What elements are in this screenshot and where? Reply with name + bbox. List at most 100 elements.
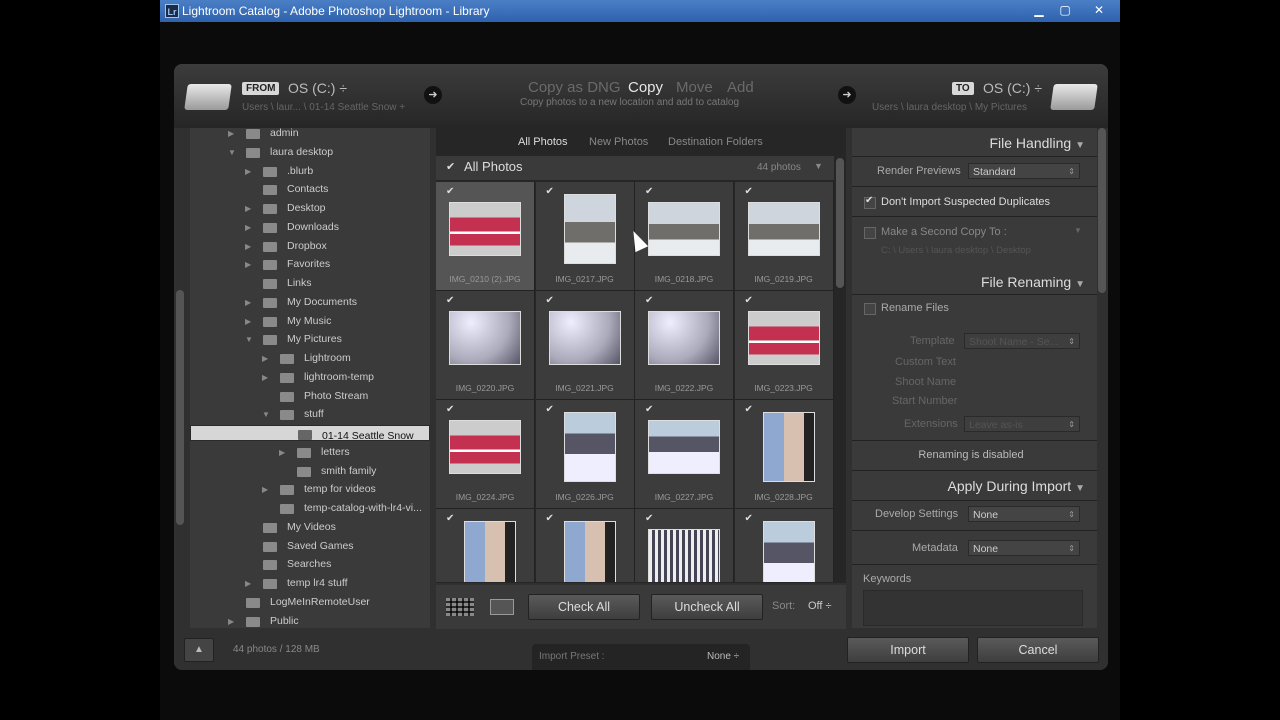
folder-item[interactable]: Searches bbox=[190, 556, 430, 574]
collapsed-triangle-icon[interactable]: ▶ bbox=[228, 617, 234, 626]
second-copy-checkbox[interactable] bbox=[864, 227, 876, 239]
all-photos-checkbox[interactable]: ✔ bbox=[446, 160, 455, 173]
collapsed-triangle-icon[interactable]: ▶ bbox=[245, 167, 251, 176]
folder-item[interactable]: ▶ temp for videos bbox=[190, 481, 430, 499]
photo-cell[interactable]: ✔ IMG_0223.JPG bbox=[734, 291, 834, 400]
photo-thumbnail[interactable] bbox=[762, 521, 815, 582]
photo-checkbox[interactable]: ✔ bbox=[446, 186, 454, 197]
photo-checkbox[interactable]: ✔ bbox=[546, 513, 554, 524]
photo-thumbnail[interactable] bbox=[648, 420, 720, 474]
photo-checkbox[interactable]: ✔ bbox=[745, 295, 753, 306]
photo-cell[interactable]: ✔ IMG_0219.JPG bbox=[734, 182, 834, 291]
tab-destination-folders[interactable]: Destination Folders bbox=[668, 136, 763, 148]
photo-thumbnail[interactable] bbox=[449, 311, 521, 365]
collapsed-triangle-icon[interactable]: ▶ bbox=[245, 298, 251, 307]
source-path[interactable]: Users \ laur... \ 01-14 Seattle Snow + bbox=[242, 102, 405, 113]
photo-checkbox[interactable]: ✔ bbox=[446, 295, 454, 306]
sort-select[interactable]: Off ÷ bbox=[808, 600, 832, 612]
folder-item[interactable]: ▼ stuff bbox=[190, 406, 430, 424]
tab-all-photos[interactable]: All Photos bbox=[518, 136, 568, 148]
file-renaming-header[interactable]: File Renaming ▼ bbox=[981, 274, 1085, 290]
photo-checkbox[interactable]: ✔ bbox=[645, 513, 653, 524]
destination-path[interactable]: Users \ laura desktop \ My Pictures bbox=[872, 102, 1027, 113]
uncheck-all-button[interactable]: Uncheck All bbox=[651, 594, 763, 620]
close-icon[interactable]: ✕ bbox=[1088, 2, 1110, 18]
render-previews-select[interactable]: Standard ⇕ bbox=[968, 163, 1080, 179]
photo-checkbox[interactable]: ✔ bbox=[645, 404, 653, 415]
collapsed-triangle-icon[interactable]: ▶ bbox=[245, 579, 251, 588]
folder-item[interactable]: ▶ Dropbox bbox=[190, 238, 430, 256]
expanded-triangle-icon[interactable]: ▼ bbox=[245, 335, 253, 344]
photo-cell[interactable]: ✔ IMG_0222.JPG bbox=[635, 291, 734, 400]
rename-files-checkbox[interactable] bbox=[864, 303, 876, 315]
photo-checkbox[interactable]: ✔ bbox=[745, 404, 753, 415]
expanded-triangle-icon[interactable]: ▼ bbox=[262, 410, 270, 419]
photo-cell[interactable]: ✔ IMG_0227.JPG bbox=[635, 400, 734, 509]
grid-view-icon[interactable] bbox=[446, 598, 474, 616]
folder-item[interactable]: 01-14 Seattle Snow bbox=[190, 425, 430, 442]
photo-cell[interactable]: ✔ IMG_0226.JPG bbox=[535, 400, 635, 509]
photo-cell[interactable]: ✔ bbox=[635, 509, 734, 582]
source-panel-scrollbar[interactable] bbox=[176, 290, 184, 525]
collapsed-triangle-icon[interactable]: ▶ bbox=[228, 129, 234, 138]
develop-settings-select[interactable]: None ⇕ bbox=[968, 506, 1080, 522]
photo-thumbnail[interactable] bbox=[747, 202, 820, 256]
folder-item[interactable]: ▶ My Music bbox=[190, 313, 430, 331]
photo-checkbox[interactable]: ✔ bbox=[546, 404, 554, 415]
apply-during-import-header[interactable]: Apply During Import ▼ bbox=[947, 478, 1085, 494]
dont-import-duplicates-checkbox[interactable] bbox=[864, 195, 876, 209]
folder-item[interactable]: ▶ Favorites bbox=[190, 256, 430, 274]
photo-cell[interactable]: ✔ bbox=[535, 509, 635, 582]
folder-item[interactable]: Contacts bbox=[190, 181, 430, 199]
collapse-triangle-icon[interactable]: ▼ bbox=[814, 161, 823, 171]
photo-cell[interactable]: ✔ IMG_0217.JPG bbox=[535, 182, 635, 291]
photo-cell[interactable]: ✔ bbox=[734, 509, 834, 582]
folder-item[interactable]: Links bbox=[190, 275, 430, 293]
import-preset-select[interactable]: None ÷ bbox=[707, 651, 739, 662]
settings-scrollbar[interactable] bbox=[1098, 128, 1106, 293]
photo-cell[interactable]: ✔ IMG_0228.JPG bbox=[734, 400, 834, 509]
folder-item[interactable]: ▶ Downloads bbox=[190, 219, 430, 237]
collapsed-triangle-icon[interactable]: ▶ bbox=[262, 373, 268, 382]
mode-copy[interactable]: Copy bbox=[628, 79, 663, 96]
mode-move[interactable]: Move bbox=[676, 79, 713, 96]
folder-item[interactable]: temp-catalog-with-lr4-vi... bbox=[190, 500, 430, 518]
photo-checkbox[interactable]: ✔ bbox=[546, 186, 554, 197]
folder-item[interactable]: ▼ laura desktop bbox=[190, 144, 430, 162]
tab-new-photos[interactable]: New Photos bbox=[589, 136, 648, 148]
file-handling-header[interactable]: File Handling ▼ bbox=[989, 135, 1085, 151]
folder-item[interactable]: LogMeInRemoteUser bbox=[190, 594, 430, 612]
photo-checkbox[interactable]: ✔ bbox=[645, 295, 653, 306]
cancel-button[interactable]: Cancel bbox=[977, 637, 1099, 663]
folder-item[interactable]: ▶ Desktop bbox=[190, 200, 430, 218]
destination-drive-select[interactable]: OS (C:) ÷ bbox=[983, 80, 1042, 96]
folder-item[interactable]: ▶ Public bbox=[190, 613, 430, 629]
expand-up-icon[interactable]: ▲ bbox=[184, 638, 214, 662]
photo-thumbnail[interactable] bbox=[648, 202, 720, 256]
photo-thumbnail[interactable] bbox=[449, 420, 521, 474]
loupe-view-icon[interactable] bbox=[490, 599, 514, 615]
photo-thumbnail[interactable] bbox=[548, 311, 621, 365]
photo-checkbox[interactable]: ✔ bbox=[745, 186, 753, 197]
photo-checkbox[interactable]: ✔ bbox=[745, 513, 753, 524]
minimize-icon[interactable]: ▁ bbox=[1028, 2, 1050, 18]
folder-item[interactable]: Saved Games bbox=[190, 538, 430, 556]
collapsed-triangle-icon[interactable]: ▶ bbox=[245, 260, 251, 269]
folder-item[interactable]: My Videos bbox=[190, 519, 430, 537]
photo-checkbox[interactable]: ✔ bbox=[446, 513, 454, 524]
folder-item[interactable]: ▼ My Pictures bbox=[190, 331, 430, 349]
photo-checkbox[interactable]: ✔ bbox=[546, 295, 554, 306]
photo-cell[interactable]: ✔ IMG_0210 (2).JPG bbox=[436, 182, 535, 291]
photo-cell[interactable]: ✔ IMG_0224.JPG bbox=[436, 400, 535, 509]
check-all-button[interactable]: Check All bbox=[528, 594, 640, 620]
photo-thumbnail[interactable] bbox=[449, 202, 521, 256]
folder-item[interactable]: ▶ temp lr4 stuff bbox=[190, 575, 430, 593]
metadata-select[interactable]: None ⇕ bbox=[968, 540, 1080, 556]
photo-checkbox[interactable]: ✔ bbox=[446, 404, 454, 415]
mode-copy-as-dng[interactable]: Copy as DNG bbox=[528, 79, 621, 96]
collapsed-triangle-icon[interactable]: ▶ bbox=[245, 204, 251, 213]
maximize-icon[interactable]: ▢ bbox=[1054, 2, 1076, 18]
folder-item[interactable]: ▶ Lightroom bbox=[190, 350, 430, 368]
photo-cell[interactable]: ✔ IMG_0220.JPG bbox=[436, 291, 535, 400]
collapsed-triangle-icon[interactable]: ▶ bbox=[262, 485, 268, 494]
